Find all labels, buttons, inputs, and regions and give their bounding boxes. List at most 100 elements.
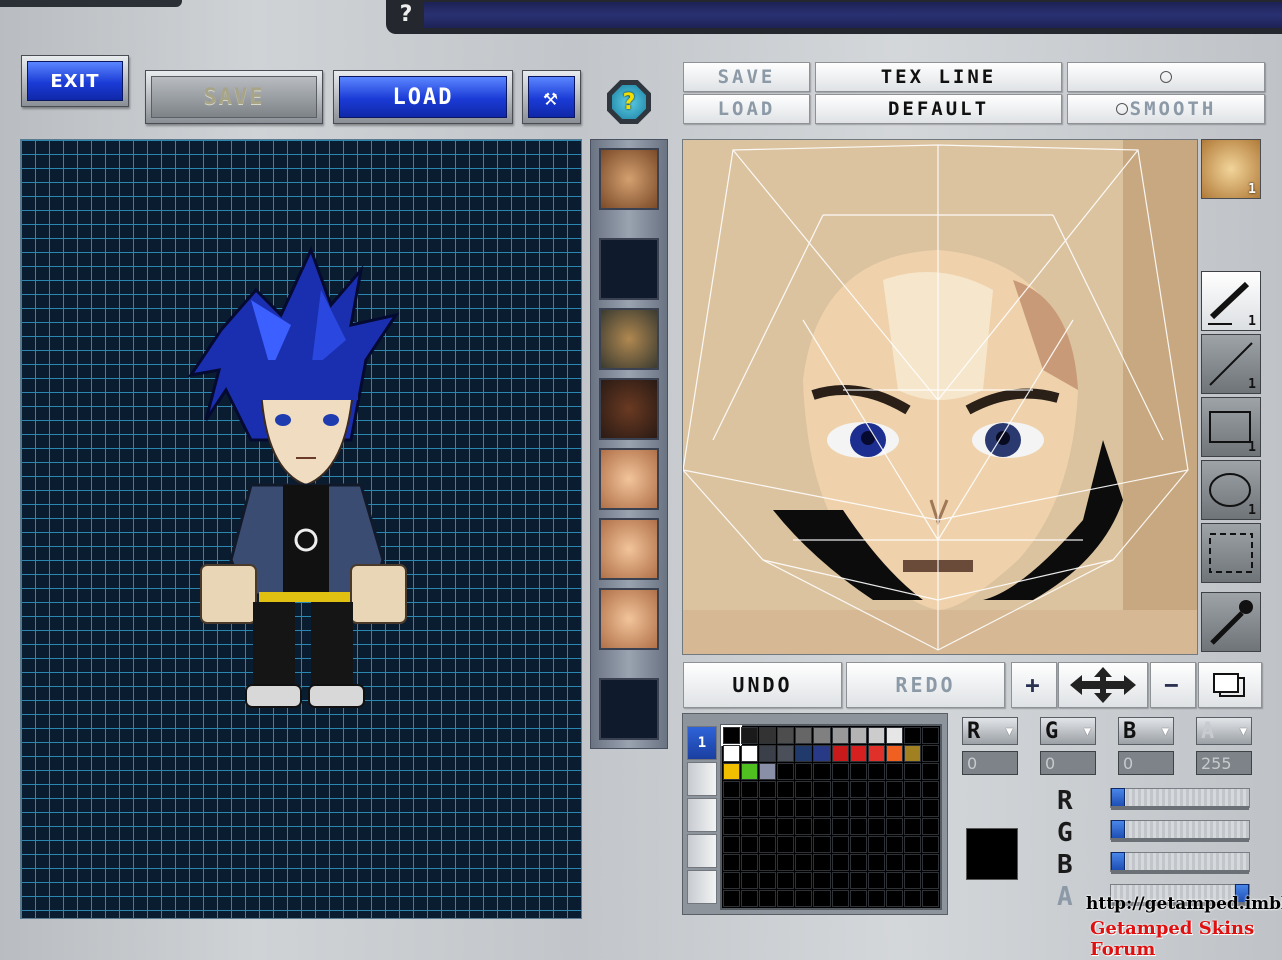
- tex-line-button[interactable]: TEX LINE: [815, 62, 1062, 92]
- palette-cell[interactable]: [849, 835, 867, 853]
- palette-cell[interactable]: [831, 781, 849, 799]
- palette-cell[interactable]: [777, 763, 795, 781]
- r-channel-select[interactable]: R ▼: [962, 717, 1018, 745]
- g-value-field[interactable]: 0: [1040, 751, 1096, 775]
- save-button[interactable]: SAVE: [145, 70, 323, 124]
- palette-cell[interactable]: [795, 853, 813, 871]
- palette-cell[interactable]: [813, 871, 831, 889]
- palette-cell[interactable]: [723, 817, 741, 835]
- palette-tab-5[interactable]: [687, 870, 717, 904]
- palette-tab-3[interactable]: [687, 798, 717, 832]
- palette-cell[interactable]: [849, 817, 867, 835]
- palette-cell[interactable]: [723, 763, 741, 781]
- palette-tab-4[interactable]: [687, 834, 717, 868]
- palette-cell[interactable]: [741, 871, 759, 889]
- palette-cell[interactable]: [831, 871, 849, 889]
- palette-cell[interactable]: [795, 835, 813, 853]
- palette-cell[interactable]: [813, 889, 831, 907]
- palette-cell[interactable]: [795, 817, 813, 835]
- palette-cell[interactable]: [849, 799, 867, 817]
- palette-cell[interactable]: [759, 763, 777, 781]
- exit-button[interactable]: EXIT: [21, 55, 129, 107]
- zoom-in-button[interactable]: +: [1011, 662, 1057, 708]
- palette-cell[interactable]: [723, 781, 741, 799]
- palette-cell[interactable]: [777, 727, 795, 745]
- palette-cell[interactable]: [741, 745, 759, 763]
- palette-cell[interactable]: [813, 763, 831, 781]
- palette-cell[interactable]: [849, 781, 867, 799]
- palette-cell[interactable]: [849, 745, 867, 763]
- palette-cell[interactable]: [885, 763, 903, 781]
- palette-cell[interactable]: [921, 817, 939, 835]
- palette-cell[interactable]: [759, 817, 777, 835]
- part-thumb-empty[interactable]: [599, 238, 659, 300]
- palette-cell[interactable]: [777, 745, 795, 763]
- palette-cell[interactable]: [831, 763, 849, 781]
- palette-cell[interactable]: [867, 745, 885, 763]
- palette-cell[interactable]: [921, 889, 939, 907]
- palette-cell[interactable]: [921, 835, 939, 853]
- palette-cell[interactable]: [903, 817, 921, 835]
- palette-cell[interactable]: [885, 745, 903, 763]
- part-thumb-head[interactable]: [599, 148, 659, 210]
- b-value-field[interactable]: 0: [1118, 751, 1174, 775]
- palette-cell[interactable]: [741, 889, 759, 907]
- color-palette-grid[interactable]: [720, 724, 942, 910]
- palette-cell[interactable]: [867, 871, 885, 889]
- palette-cell[interactable]: [885, 871, 903, 889]
- g-slider-knob[interactable]: [1111, 820, 1125, 840]
- a-value-field[interactable]: 255: [1196, 751, 1252, 775]
- eyedropper-tool[interactable]: [1201, 592, 1261, 652]
- palette-cell[interactable]: [885, 817, 903, 835]
- palette-cell[interactable]: [867, 727, 885, 745]
- palette-cell[interactable]: [720, 724, 743, 747]
- palette-cell[interactable]: [777, 871, 795, 889]
- part-thumb-face-3[interactable]: [599, 588, 659, 650]
- palette-cell[interactable]: [813, 853, 831, 871]
- select-tool[interactable]: [1201, 523, 1261, 583]
- palette-cell[interactable]: [723, 871, 741, 889]
- palette-cell[interactable]: [723, 853, 741, 871]
- palette-cell[interactable]: [813, 799, 831, 817]
- palette-cell[interactable]: [849, 871, 867, 889]
- b-slider-knob[interactable]: [1111, 852, 1125, 872]
- texture-canvas[interactable]: [682, 139, 1198, 655]
- palette-cell[interactable]: [795, 871, 813, 889]
- pen-tool[interactable]: 1: [1201, 271, 1261, 331]
- palette-cell[interactable]: [723, 799, 741, 817]
- palette-cell[interactable]: [777, 781, 795, 799]
- palette-cell[interactable]: [849, 853, 867, 871]
- palette-cell[interactable]: [849, 889, 867, 907]
- palette-cell[interactable]: [759, 853, 777, 871]
- palette-cell[interactable]: [795, 799, 813, 817]
- palette-cell[interactable]: [921, 799, 939, 817]
- move-button[interactable]: [1058, 662, 1148, 708]
- palette-cell[interactable]: [795, 763, 813, 781]
- palette-cell[interactable]: [831, 853, 849, 871]
- palette-cell[interactable]: [867, 763, 885, 781]
- palette-cell[interactable]: [903, 763, 921, 781]
- redo-button[interactable]: REDO: [846, 662, 1005, 708]
- palette-cell[interactable]: [723, 889, 741, 907]
- palette-cell[interactable]: [759, 781, 777, 799]
- palette-tab-1[interactable]: 1: [687, 726, 717, 760]
- palette-cell[interactable]: [903, 727, 921, 745]
- default-button[interactable]: DEFAULT: [815, 94, 1062, 124]
- palette-cell[interactable]: [921, 763, 939, 781]
- palette-cell[interactable]: [831, 799, 849, 817]
- load-button[interactable]: LOAD: [333, 70, 513, 124]
- palette-cell[interactable]: [813, 781, 831, 799]
- palette-cell[interactable]: [867, 799, 885, 817]
- tex-save-button[interactable]: SAVE: [683, 62, 810, 92]
- palette-cell[interactable]: [831, 727, 849, 745]
- tex-load-button[interactable]: LOAD: [683, 94, 810, 124]
- line-tool[interactable]: 1: [1201, 334, 1261, 394]
- palette-cell[interactable]: [777, 817, 795, 835]
- palette-cell[interactable]: [759, 745, 777, 763]
- palette-cell[interactable]: [795, 781, 813, 799]
- radio-option-blank[interactable]: [1067, 62, 1265, 92]
- palette-cell[interactable]: [903, 871, 921, 889]
- g-channel-select[interactable]: G ▼: [1040, 717, 1096, 745]
- palette-cell[interactable]: [759, 799, 777, 817]
- palette-cell[interactable]: [741, 817, 759, 835]
